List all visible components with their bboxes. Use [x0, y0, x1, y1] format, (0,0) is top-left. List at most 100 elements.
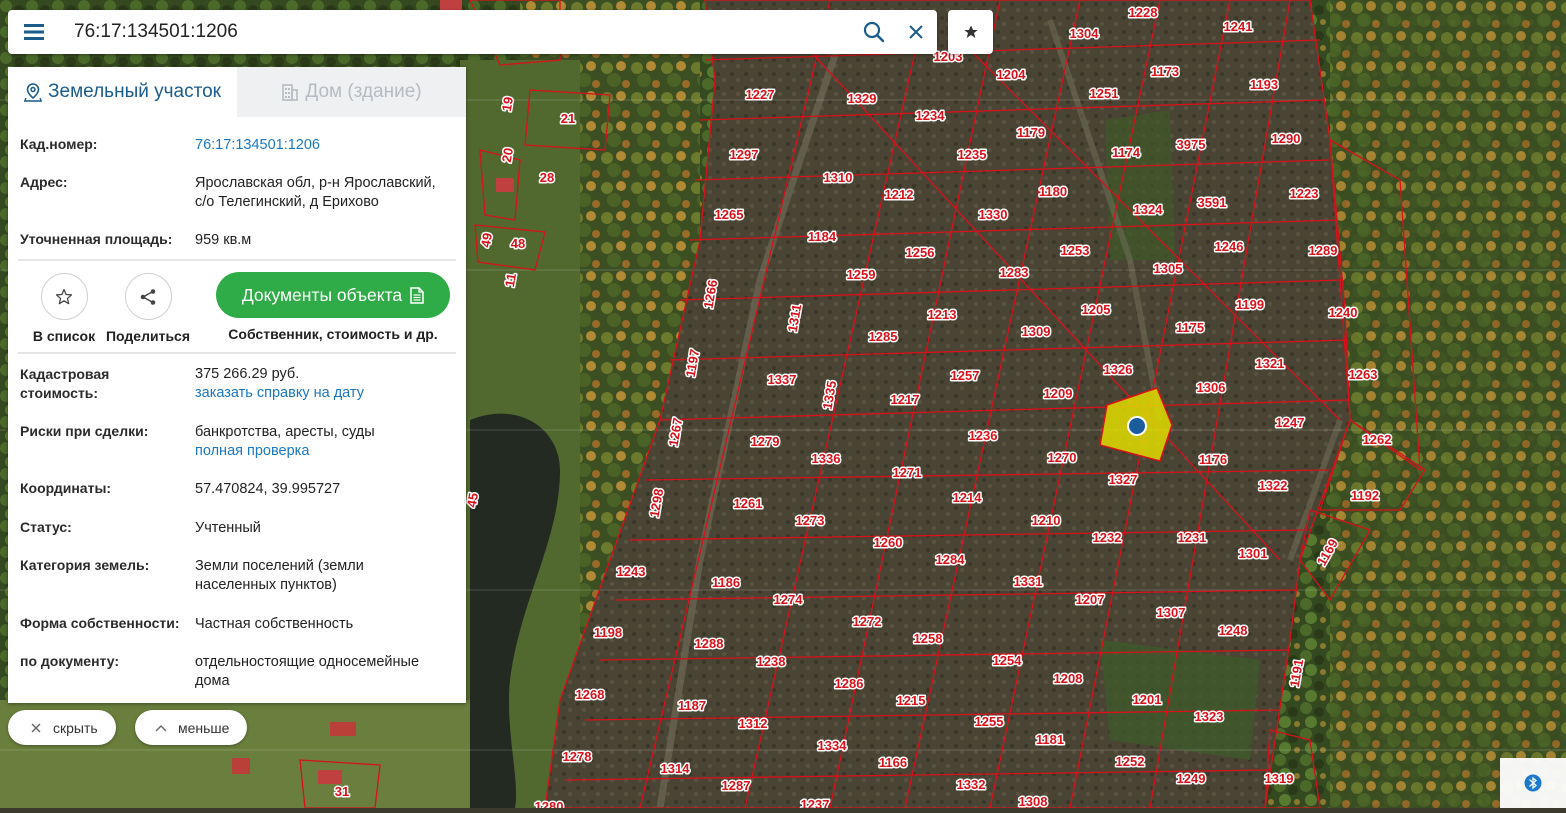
parcel-label[interactable]: 1247: [1274, 414, 1306, 432]
parcel-label[interactable]: 1187: [676, 697, 707, 715]
parcel-label[interactable]: 1305: [1152, 260, 1184, 278]
parcel-label[interactable]: 3975: [1175, 136, 1207, 154]
parcel-label[interactable]: 1201: [1131, 691, 1163, 709]
parcel-label[interactable]: 1255: [973, 713, 1005, 731]
parcel-label[interactable]: 1283: [998, 264, 1030, 282]
parcel-label[interactable]: 1215: [895, 692, 927, 710]
parcel-label[interactable]: 1274: [772, 591, 805, 609]
parcel-label[interactable]: 1213: [926, 306, 958, 324]
full-check-link[interactable]: полная проверка: [195, 442, 454, 461]
parcel-label[interactable]: 1332: [955, 776, 987, 794]
parcel-label[interactable]: 1184: [806, 228, 838, 246]
parcel-label[interactable]: 1166: [877, 754, 908, 772]
parcel-label[interactable]: 1193: [1248, 76, 1279, 94]
hide-panel-button[interactable]: скрыть: [8, 710, 116, 745]
collapse-panel-button[interactable]: меньше: [135, 710, 247, 745]
parcel-label[interactable]: 1253: [1059, 242, 1091, 260]
parcel-label[interactable]: 1260: [872, 534, 904, 552]
parcel-label[interactable]: 1262: [1361, 431, 1393, 449]
parcel-label[interactable]: 1246: [1213, 238, 1245, 256]
parcel-label[interactable]: 1268: [574, 686, 606, 704]
parcel-label[interactable]: 1310: [822, 169, 854, 187]
parcel-label[interactable]: 1308: [1017, 793, 1049, 811]
parcel-label[interactable]: 1231: [1176, 529, 1208, 547]
parcel-label[interactable]: 1312: [737, 715, 769, 733]
search-input[interactable]: [60, 11, 853, 53]
parcel-label[interactable]: 1208: [1052, 670, 1084, 688]
parcel-label[interactable]: 45: [462, 490, 482, 510]
parcel-label[interactable]: 1287: [720, 777, 752, 795]
parcel-label[interactable]: 1301: [1237, 545, 1269, 563]
parcel-label[interactable]: 1261: [732, 495, 764, 513]
parcel-label[interactable]: 1257: [949, 367, 981, 385]
parcel-label[interactable]: 1279: [749, 433, 781, 451]
parcel-label[interactable]: 1273: [794, 512, 826, 530]
parcel-label[interactable]: 1180: [1037, 183, 1068, 201]
parcel-label[interactable]: 1241: [1222, 18, 1254, 36]
parcel-label[interactable]: 1322: [1257, 477, 1289, 495]
parcel-label[interactable]: 1307: [1155, 604, 1187, 622]
parcel-label[interactable]: 1297: [728, 146, 760, 164]
parcel-label[interactable]: 1251: [1088, 85, 1120, 103]
parcel-label[interactable]: 1259: [845, 266, 877, 284]
parcel-label[interactable]: 28: [538, 169, 555, 187]
parcel-label[interactable]: 1263: [1347, 366, 1379, 384]
parcel-label[interactable]: 1326: [1102, 361, 1134, 379]
parcel-label[interactable]: 1238: [755, 653, 787, 671]
parcel-label[interactable]: 1256: [904, 244, 936, 262]
parcel-label[interactable]: 1237: [799, 796, 831, 813]
parcel-label[interactable]: 1290: [1270, 130, 1302, 148]
parcel-label[interactable]: 1278: [561, 748, 593, 766]
parcel-label[interactable]: 1228: [1127, 4, 1159, 22]
parcel-label[interactable]: 1243: [615, 563, 647, 581]
search-button[interactable]: [853, 10, 895, 54]
cadnum-link[interactable]: 76:17:134501:1206: [195, 136, 454, 174]
parcel-label[interactable]: 1235: [956, 146, 988, 164]
parcel-label[interactable]: 1258: [912, 630, 944, 648]
parcel-label[interactable]: 1319: [1263, 770, 1295, 788]
parcel-label[interactable]: 1271: [891, 464, 923, 482]
parcel-label[interactable]: 1285: [867, 328, 899, 346]
parcel-label[interactable]: 1327: [1107, 471, 1139, 489]
parcel-label[interactable]: 21: [559, 110, 576, 128]
parcel-label[interactable]: 1205: [1080, 301, 1112, 319]
parcel-label[interactable]: 1236: [967, 427, 999, 445]
parcel-label[interactable]: 1304: [1068, 25, 1101, 43]
parcel-label[interactable]: 1321: [1254, 355, 1286, 373]
parcel-label[interactable]: 19: [497, 94, 517, 114]
parcel-label[interactable]: 1270: [1046, 449, 1078, 467]
parcel-label[interactable]: 1324: [1132, 201, 1165, 219]
parcel-label[interactable]: 11: [500, 271, 520, 290]
parcel-label[interactable]: 1337: [766, 371, 798, 389]
parcel-label[interactable]: 1249: [1175, 770, 1207, 788]
parcel-label[interactable]: 1254: [991, 652, 1024, 670]
parcel-label[interactable]: 20: [497, 145, 517, 165]
parcel-label[interactable]: 1232: [1091, 529, 1123, 547]
location-marker[interactable]: [1127, 416, 1147, 436]
share-button[interactable]: [124, 273, 172, 320]
parcel-label[interactable]: 1212: [883, 186, 915, 204]
parcel-label[interactable]: 1289: [1307, 242, 1339, 260]
parcel-label[interactable]: 1309: [1020, 323, 1052, 341]
parcel-label[interactable]: 1199: [1234, 296, 1265, 314]
add-to-list-button[interactable]: [40, 273, 88, 320]
parcel-label[interactable]: 49: [476, 230, 496, 250]
parcel-label[interactable]: 1248: [1217, 622, 1249, 640]
parcel-label[interactable]: 1331: [1012, 573, 1044, 591]
parcel-label[interactable]: 1323: [1193, 708, 1225, 726]
parcel-label[interactable]: 1329: [846, 90, 878, 108]
documents-button[interactable]: Документы объекта: [216, 272, 450, 318]
parcel-label[interactable]: 1223: [1288, 185, 1320, 203]
parcel-label[interactable]: 1284: [934, 551, 967, 569]
parcel-label[interactable]: 1204: [995, 66, 1028, 84]
parcel-label[interactable]: 1234: [914, 107, 947, 125]
parcel-label[interactable]: 1336: [810, 450, 842, 468]
parcel-label[interactable]: 1174: [1110, 144, 1142, 162]
parcel-label[interactable]: 1173: [1149, 63, 1180, 81]
order-certificate-link[interactable]: заказать справку на дату: [195, 384, 454, 403]
parcel-label[interactable]: 1286: [833, 675, 865, 693]
parcel-label[interactable]: 1227: [744, 86, 776, 104]
favorites-button[interactable]: [948, 10, 993, 54]
parcel-label[interactable]: 1280: [533, 798, 565, 813]
parcel-label[interactable]: 1306: [1195, 379, 1227, 397]
